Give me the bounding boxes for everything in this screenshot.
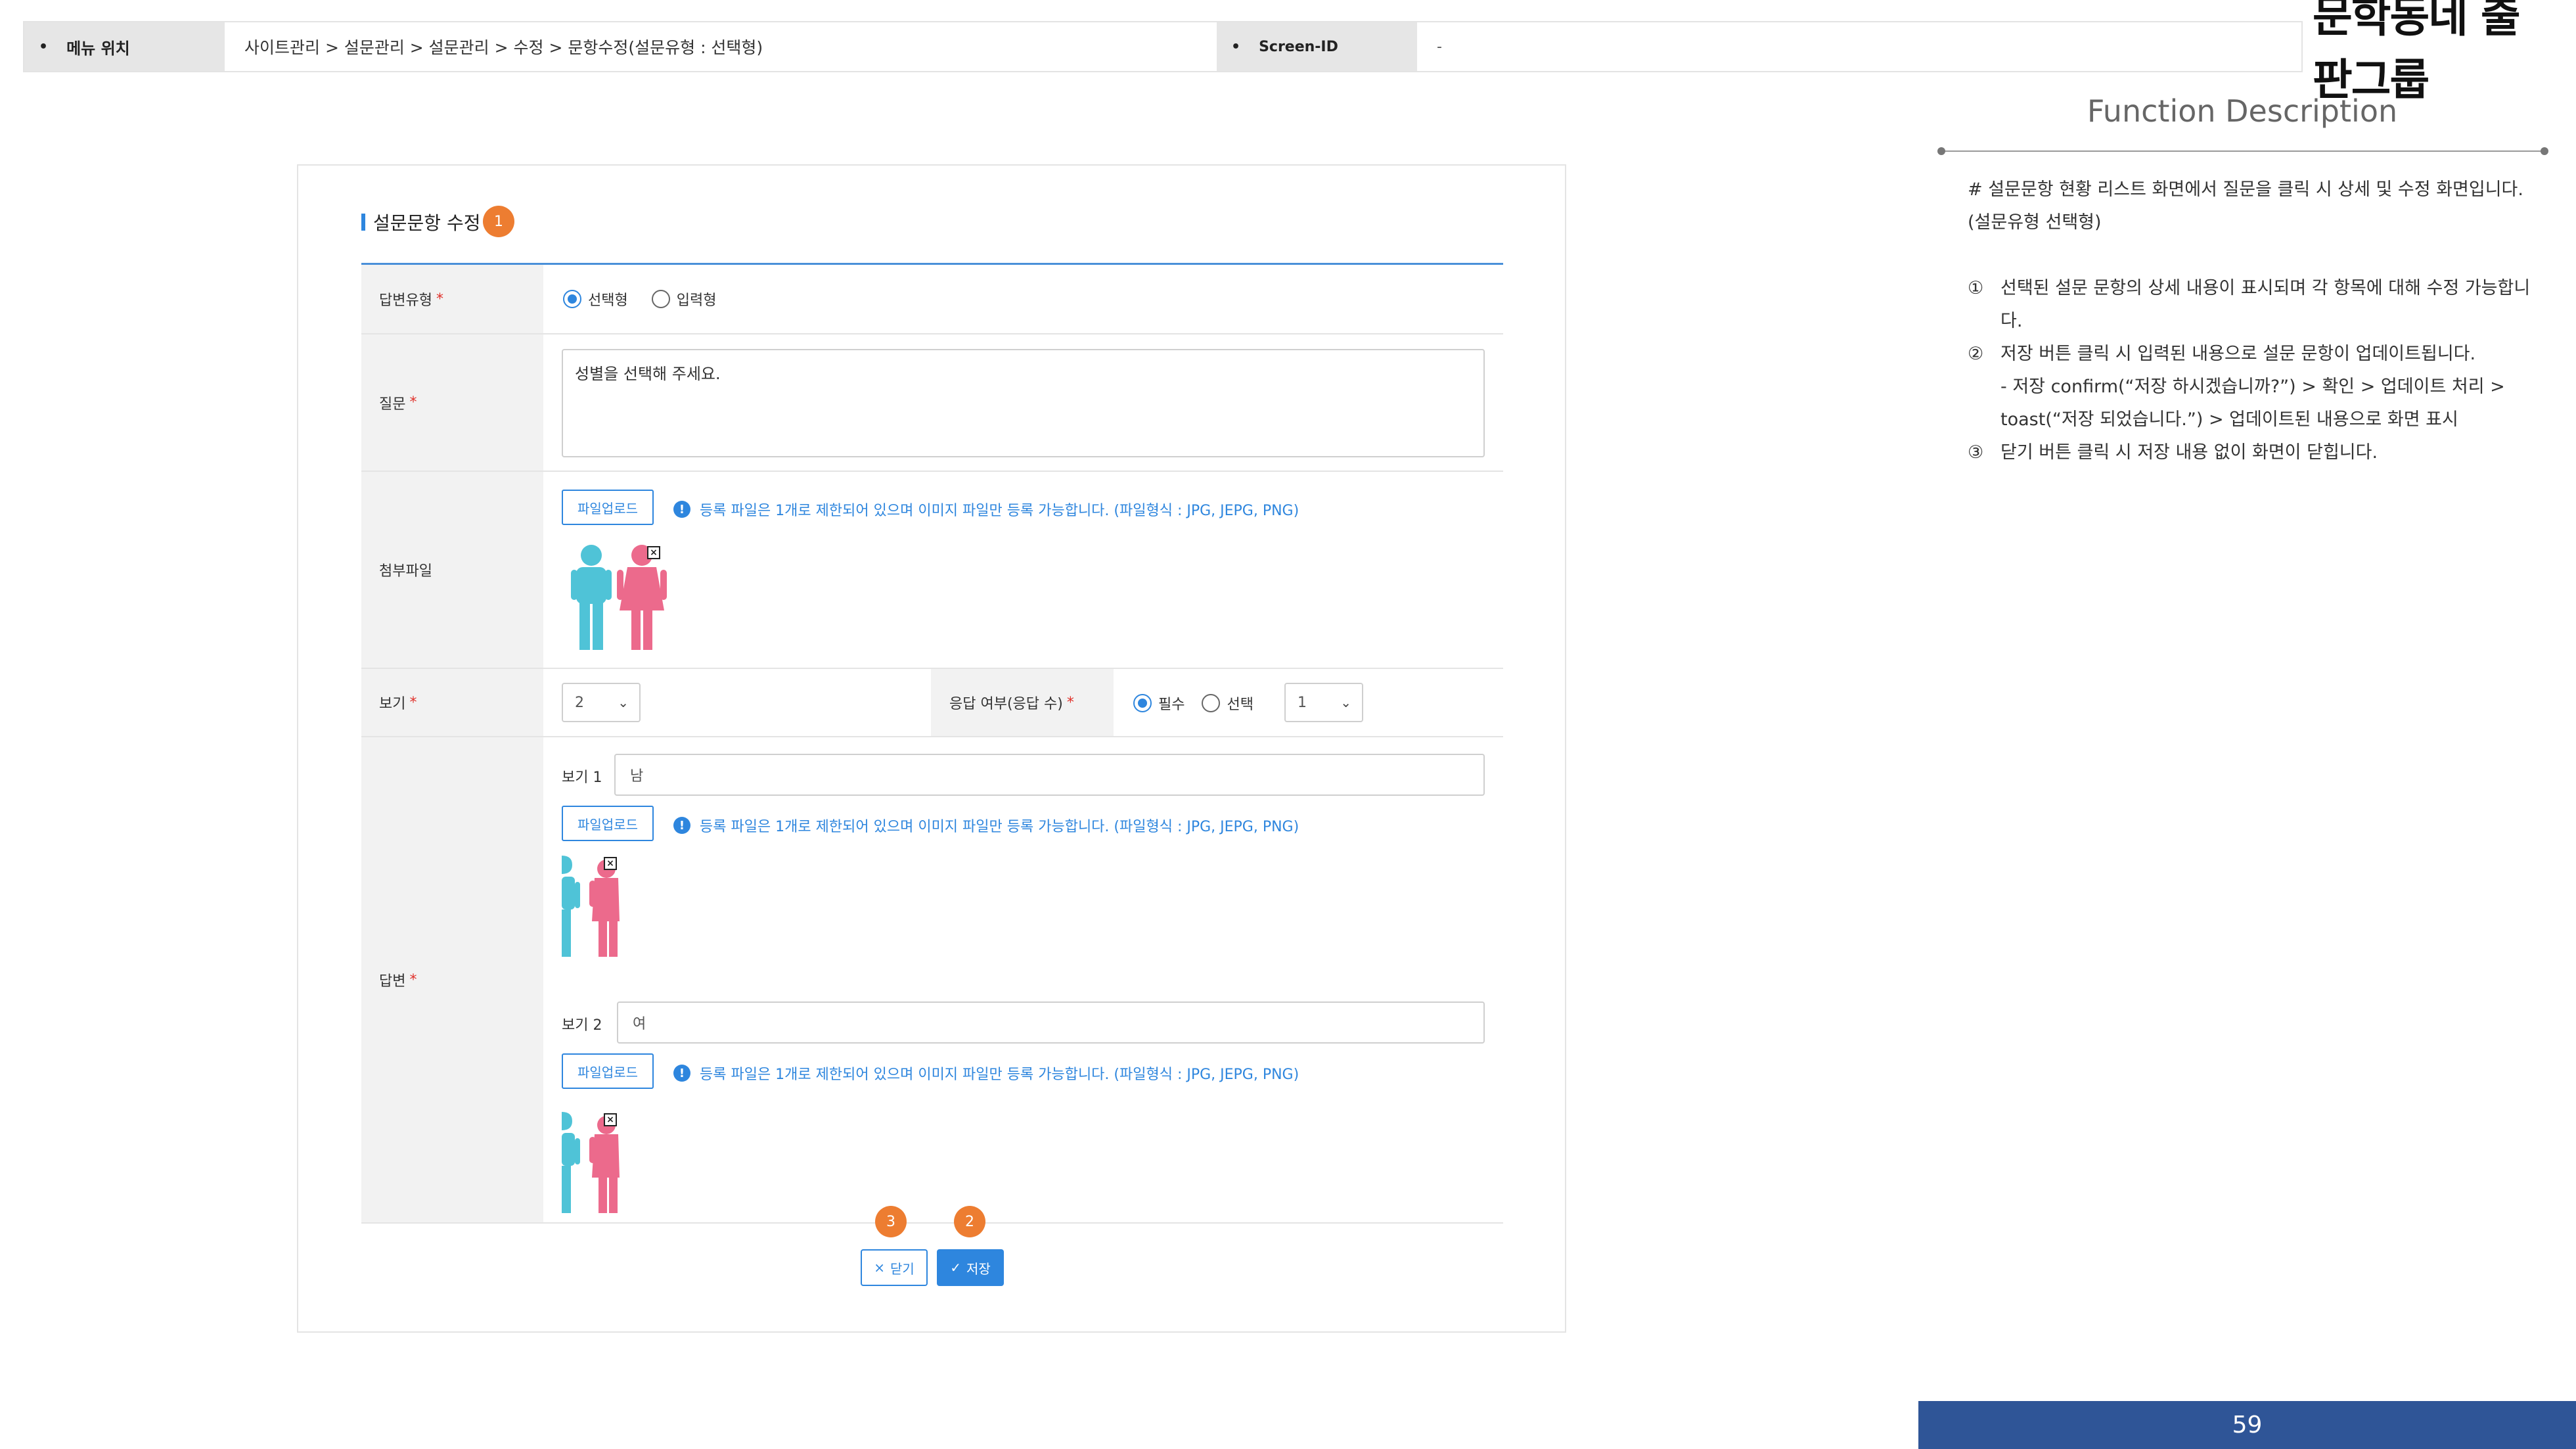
title-accent-bar [361,214,365,231]
option-2-label: 보기 2 [562,1017,602,1034]
row-answer-type: 답변유형 * 선택형 입력형 [361,265,1503,334]
required-mark: * [1066,694,1074,711]
section-title: 설문문항 수정 [361,209,480,235]
attachment-label: 첨부파일 [361,472,543,668]
function-description-intro: # 설문문항 현황 리스트 화면에서 질문을 클릭 시 상세 및 수정 화면입니… [1968,179,2523,233]
remove-image-icon[interactable]: × [604,1113,617,1126]
item-number: ③ [1968,442,1984,463]
remove-image-icon[interactable]: × [604,857,617,870]
chevron-down-icon: ⌄ [1340,695,1351,710]
option-2-input[interactable]: 여 [617,1001,1485,1044]
function-description-body: # 설문문항 현황 리스트 화면에서 질문을 클릭 시 상세 및 수정 화면입니… [1968,173,2546,469]
description-item-1: ① 선택된 설문 문항의 상세 내용이 표시되며 각 항목에 대해 수정 가능합… [1968,272,2546,338]
header-bar: • 메뉴 위치 사이트관리 > 설문관리 > 설문관리 > 수정 > 문항수정(… [23,21,2303,72]
publisher-logo: 문학동네 출판그룹 [2313,0,2521,105]
option-1-image-thumbnail: × [562,856,627,961]
option-1-input[interactable]: 남 [614,754,1485,796]
description-item-2: ② 저장 버튼 클릭 시 입력된 내용으로 설문 문항이 업데이트됩니다. - … [1968,338,2546,436]
item-text: 선택된 설문 문항의 상세 내용이 표시되며 각 항목에 대해 수정 가능합니다… [2000,278,2531,331]
required-mark: * [409,971,417,988]
upload-notice: ! 등록 파일은 1개로 제한되어 있으며 이미지 파일만 등록 가능합니다. … [673,1063,1299,1084]
radio-checked-icon [563,290,581,308]
function-description-title: Function Description [2087,93,2398,129]
title-divider [1937,147,2548,155]
required-mark: * [409,694,417,711]
radio-unchecked-icon [651,290,670,308]
info-icon: ! [673,501,690,518]
save-button[interactable]: ✓ 저장 [937,1249,1004,1286]
page-number: 59 [1918,1401,2576,1449]
radio-choice-type[interactable]: 선택형 [563,288,628,310]
screen-id-label-cell: • Screen-ID [1217,22,1417,71]
response-required-label: 응답 여부(응답 수) * [931,669,1114,736]
breadcrumb: 사이트관리 > 설문관리 > 설문관리 > 수정 > 문항수정(설문유형 : 선… [244,38,763,57]
chevron-down-icon: ⌄ [618,695,629,710]
view-count-select[interactable]: 2 ⌄ [562,683,641,722]
radio-required[interactable]: 필수 [1133,693,1185,714]
callout-badge-1: 1 [483,206,514,237]
gender-figures-image [562,1112,620,1213]
radio-unchecked-icon [1202,694,1221,712]
required-mark: * [436,290,443,308]
check-icon: ✓ [950,1260,961,1276]
question-label: 질문 * [361,334,543,471]
item-number: ② [1968,344,1984,364]
answer-type-label: 답변유형 * [361,265,543,333]
item-text: 저장 버튼 클릭 시 입력된 내용으로 설문 문항이 업데이트됩니다. - 저장… [2000,344,2505,430]
info-icon: ! [673,817,690,834]
callout-badge-2: 2 [954,1206,985,1237]
gender-figures-image [562,856,620,957]
description-item-3: ③ 닫기 버튼 클릭 시 저장 내용 없이 화면이 닫힙니다. [1968,436,2546,469]
radio-input-type[interactable]: 입력형 [651,288,716,310]
info-icon: ! [673,1065,690,1082]
required-mark: * [409,394,417,411]
view-count-label: 보기 * [361,669,543,736]
upload-notice: ! 등록 파일은 1개로 제한되어 있으며 이미지 파일만 등록 가능합니다. … [673,815,1299,836]
screen-id-label: Screen-ID [1259,38,1338,55]
close-button[interactable]: × 닫기 [861,1249,928,1286]
answer-type-options: 선택형 입력형 [543,265,1503,333]
close-icon: × [874,1260,885,1276]
option-1-label: 보기 1 [562,770,602,786]
file-upload-button[interactable]: 파일업로드 [562,490,654,525]
section-title-text: 설문문항 수정 [373,212,481,234]
radio-optional[interactable]: 선택 [1202,693,1254,714]
response-count-select[interactable]: 1 ⌄ [1284,683,1363,722]
option-2-file-upload-button[interactable]: 파일업로드 [562,1053,654,1089]
item-number: ① [1968,278,1984,298]
bullet-icon: • [1231,38,1241,55]
bullet-icon: • [39,38,49,55]
callout-badge-3: 3 [875,1206,907,1237]
radio-checked-icon [1133,694,1152,712]
remove-image-icon[interactable]: × [647,546,660,559]
response-required-options: 필수 선택 [1133,693,1277,714]
item-text: 닫기 버튼 클릭 시 저장 내용 없이 화면이 닫힙니다. [2000,442,2378,463]
row-question: 질문 * 성별을 선택해 주세요. [361,334,1503,472]
attached-image-thumbnail: × [562,541,667,653]
row-view-count: 보기 * 2 ⌄ 응답 여부(응답 수) * 필수 선택 1 ⌄ [361,669,1503,737]
menu-location-label: 메뉴 위치 [66,39,130,58]
screen-id-value: - [1437,38,1442,55]
menu-location-label-cell: • 메뉴 위치 [24,22,225,71]
answers-label: 답변 * [361,737,543,1222]
option-2-image-thumbnail: × [562,1112,627,1217]
row-attachment: 첨부파일 파일업로드 ! 등록 파일은 1개로 제한되어 있으며 이미지 파일만… [361,472,1503,669]
upload-notice: ! 등록 파일은 1개로 제한되어 있으며 이미지 파일만 등록 가능합니다. … [673,499,1299,520]
option-1-file-upload-button[interactable]: 파일업로드 [562,806,654,841]
row-answers: 답변 * 보기 1 남 파일업로드 ! 등록 파일은 1개로 제한되어 있으며 이… [361,737,1503,1224]
question-textarea[interactable]: 성별을 선택해 주세요. [562,349,1485,457]
